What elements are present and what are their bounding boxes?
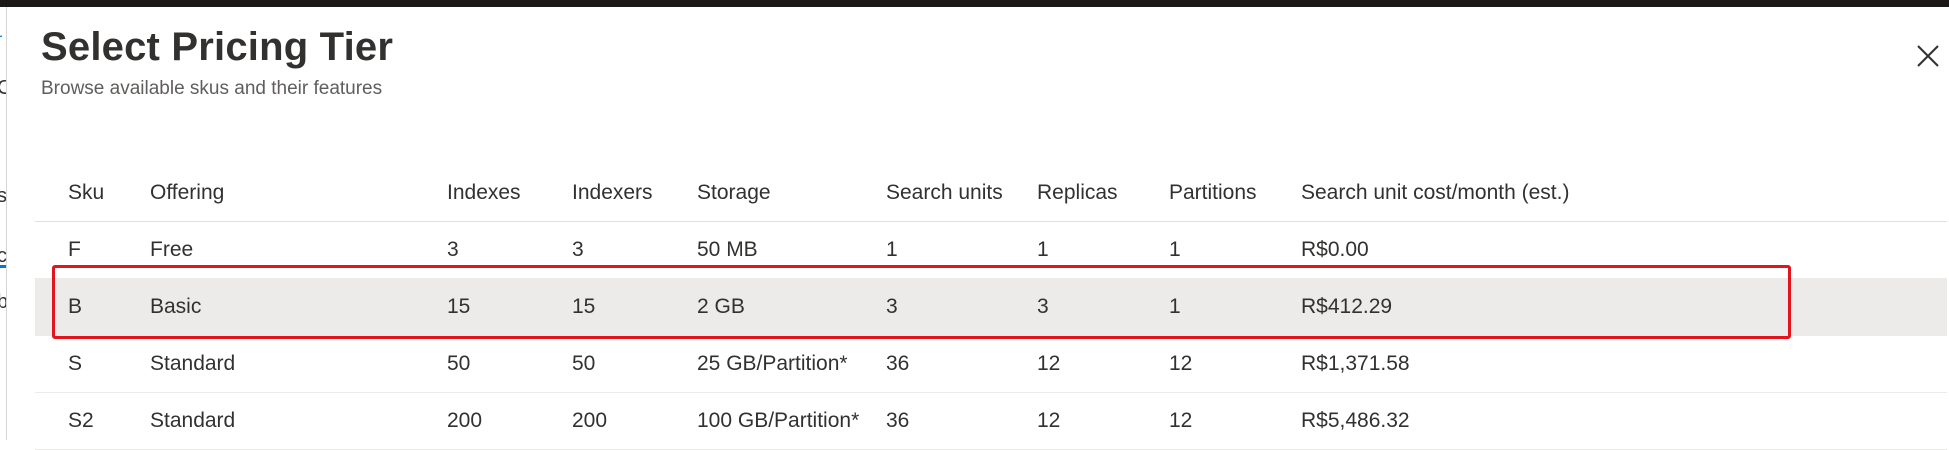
background-text-fragment: b: [0, 291, 6, 314]
cell-partitions: 1: [1136, 278, 1268, 336]
cell-storage: 50 MB: [664, 221, 853, 279]
column-header-indexers[interactable]: Indexers: [539, 165, 664, 222]
background-text-fragment: C: [0, 77, 6, 100]
cell-indexers: 50: [539, 335, 664, 393]
cell-offering: Free: [117, 221, 414, 279]
close-button[interactable]: [1915, 43, 1941, 69]
cell-sku: B: [35, 278, 117, 336]
column-header-partitions[interactable]: Partitions: [1136, 165, 1268, 222]
cell-search-units: 3: [853, 278, 1004, 336]
background-link-fragment: r: [0, 31, 2, 49]
table-row-free[interactable]: F Free 3 3 50 MB 1 1 1 R$0.00: [35, 221, 1947, 279]
pricing-tier-table: Sku Offering Indexes Indexers Storage Se…: [35, 165, 1947, 450]
cell-indexes: 200: [414, 392, 539, 450]
panel-subtitle: Browse available skus and their features: [41, 78, 383, 99]
cell-storage: 100 GB/Partition*: [664, 392, 859, 450]
table-row-standard[interactable]: S Standard 50 50 25 GB/Partition* 36 12 …: [35, 335, 1947, 393]
cell-indexes: 3: [414, 221, 539, 279]
table-row-basic[interactable]: B Basic 15 15 2 GB 3 3 1 R$412.29: [35, 278, 1947, 336]
table-header-row: Sku Offering Indexes Indexers Storage Se…: [35, 165, 1947, 222]
cell-storage: 2 GB: [664, 278, 853, 336]
cell-cost: R$0.00: [1268, 221, 1947, 279]
cell-sku: S: [35, 335, 117, 393]
table-row-standard-s2[interactable]: S2 Standard 200 200 100 GB/Partition* 36…: [35, 392, 1947, 450]
background-blade-edge: r C s c b: [0, 7, 7, 440]
cell-replicas: 12: [1004, 392, 1136, 450]
cell-indexers: 200: [539, 392, 664, 450]
cell-sku: F: [35, 221, 117, 279]
column-header-offering[interactable]: Offering: [117, 165, 414, 222]
cell-indexes: 50: [414, 335, 539, 393]
cell-replicas: 1: [1004, 221, 1136, 279]
cell-offering: Basic: [117, 278, 414, 336]
background-text-fragment: s: [0, 185, 6, 208]
cell-sku: S2: [35, 392, 117, 450]
background-text-fragment: c: [0, 245, 6, 268]
cell-partitions: 1: [1136, 221, 1268, 279]
cell-offering: Standard: [117, 392, 414, 450]
column-header-sku[interactable]: Sku: [35, 165, 117, 222]
cell-cost: R$5,486.32: [1268, 392, 1947, 450]
cell-indexes: 15: [414, 278, 539, 336]
cell-cost: R$1,371.58: [1268, 335, 1947, 393]
cell-search-units: 36: [853, 392, 1004, 450]
cell-replicas: 3: [1004, 278, 1136, 336]
cell-partitions: 12: [1136, 392, 1268, 450]
cell-cost: R$412.29: [1268, 278, 1947, 336]
column-header-search-units[interactable]: Search units: [853, 165, 1004, 222]
cell-replicas: 12: [1004, 335, 1136, 393]
cell-indexers: 3: [539, 221, 664, 279]
cell-partitions: 12: [1136, 335, 1268, 393]
column-header-replicas[interactable]: Replicas: [1004, 165, 1136, 222]
top-bar: [0, 0, 1949, 7]
cell-indexers: 15: [539, 278, 664, 336]
column-header-indexes[interactable]: Indexes: [414, 165, 539, 222]
panel-title: Select Pricing Tier: [41, 25, 394, 69]
close-icon: [1917, 45, 1939, 67]
cell-search-units: 1: [853, 221, 1004, 279]
cell-search-units: 36: [853, 335, 1004, 393]
column-header-cost[interactable]: Search unit cost/month (est.): [1268, 165, 1947, 222]
column-header-storage[interactable]: Storage: [664, 165, 853, 222]
cell-storage: 25 GB/Partition*: [664, 335, 853, 393]
cell-offering: Standard: [117, 335, 414, 393]
